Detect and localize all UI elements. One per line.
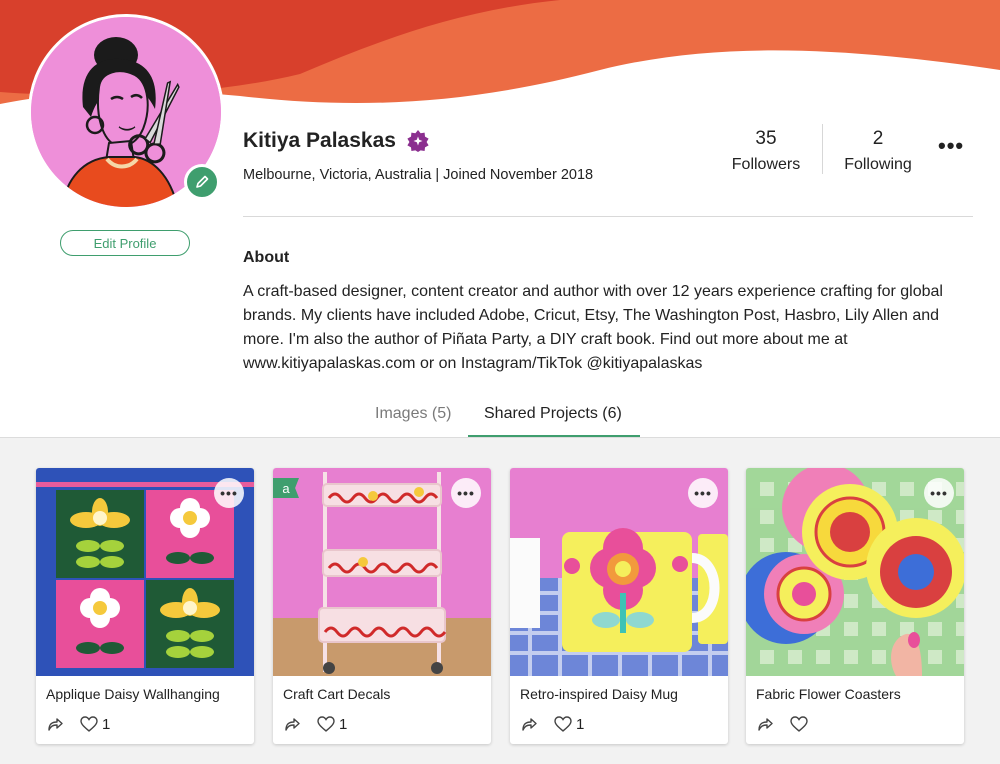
heart-icon [317,716,335,732]
followers-stat[interactable]: 35 Followers [726,128,806,174]
edit-profile-button[interactable]: Edit Profile [60,230,190,256]
card-more-options-icon[interactable]: ••• [924,478,954,508]
more-options-icon[interactable]: ••• [938,133,964,159]
edit-avatar-button[interactable] [184,164,220,200]
like-button[interactable]: 1 [554,716,584,733]
heart-icon [554,716,572,732]
avatar-container [28,14,224,210]
project-thumbnail[interactable]: ••• [36,468,254,676]
like-button[interactable] [790,716,812,732]
card-actions: 1 [520,714,584,734]
like-count: 1 [576,715,585,733]
project-thumbnail[interactable]: a ••• [273,468,491,676]
heart-icon [790,716,808,732]
profile-name: Kitiya Palaskas [243,129,396,152]
stats-divider [822,124,823,174]
share-icon[interactable] [520,715,538,733]
card-actions: 1 [46,714,110,734]
project-card[interactable]: ••• Fabric Flower Coasters [746,468,964,744]
following-label: Following [844,156,912,173]
project-title[interactable]: Craft Cart Decals [283,686,390,702]
share-icon[interactable] [283,715,301,733]
project-title[interactable]: Applique Daisy Wallhanging [46,686,220,702]
like-count: 1 [102,715,111,733]
card-more-options-icon[interactable]: ••• [688,478,718,508]
like-button[interactable]: 1 [80,716,110,733]
like-count: 1 [339,715,348,733]
share-icon[interactable] [46,715,64,733]
header-divider [243,216,973,217]
tab-images[interactable]: Images (5) [375,405,451,423]
followers-count: 35 [755,128,777,149]
card-more-options-icon[interactable]: ••• [214,478,244,508]
project-thumbnail[interactable]: ••• [510,468,728,676]
project-title[interactable]: Retro-inspired Daisy Mug [520,686,678,702]
like-button[interactable]: 1 [317,716,347,733]
project-card[interactable]: ••• Retro-inspired Daisy Mug 1 [510,468,728,744]
followers-label: Followers [731,156,801,173]
about-heading: About [243,249,290,266]
pencil-icon [196,175,209,188]
card-more-options-icon[interactable]: ••• [451,478,481,508]
about-text: A craft-based designer, content creator … [243,283,943,372]
heart-icon [80,716,98,732]
tab-shared-projects[interactable]: Shared Projects (6) [484,405,622,423]
following-stat[interactable]: 2 Following [838,128,918,174]
project-title[interactable]: Fabric Flower Coasters [756,686,901,702]
project-card[interactable]: a ••• Craft Cart Decals 1 [273,468,491,744]
share-icon[interactable] [756,715,774,733]
following-count: 2 [872,128,884,149]
card-actions: 1 [283,714,347,734]
project-card[interactable]: ••• Applique Daisy Wallhanging 1 [36,468,254,744]
verified-badge-icon [407,130,429,152]
card-actions [756,714,812,734]
profile-location: Melbourne, Victoria, Australia | Joined … [243,167,594,183]
project-thumbnail[interactable]: ••• [746,468,964,676]
